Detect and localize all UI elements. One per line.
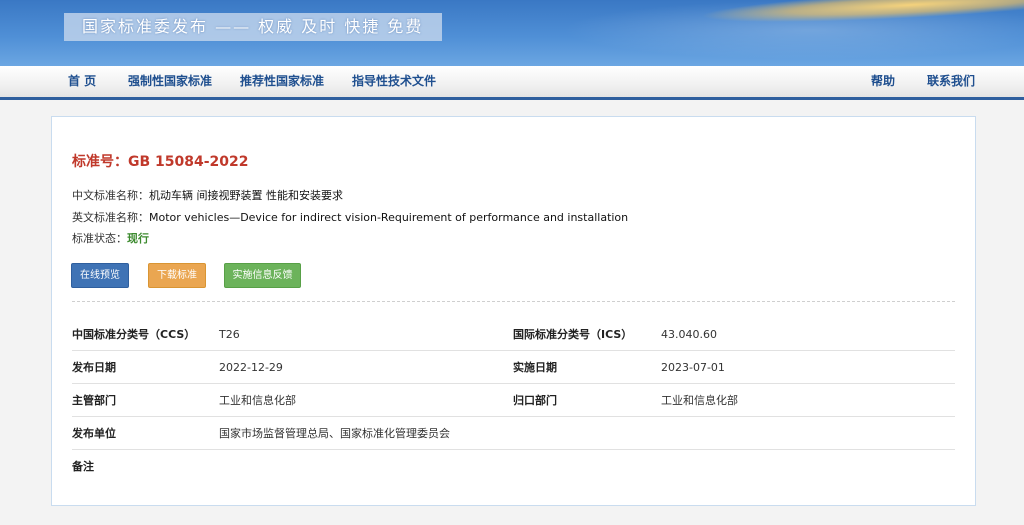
issuer-label: 发布单位	[72, 427, 116, 440]
detail-row-dates: 发布日期 2022-12-29 实施日期 2023-07-01	[72, 351, 955, 384]
nav-home[interactable]: 首 页	[68, 66, 96, 97]
nav-recommended-standards[interactable]: 推荐性国家标准	[240, 66, 324, 97]
nav-mandatory-standards[interactable]: 强制性国家标准	[128, 66, 212, 97]
cn-name-value: 机动车辆 间接视野装置 性能和安装要求	[149, 189, 343, 202]
cn-name-label: 中文标准名称：	[72, 189, 149, 202]
ics-value: 43.040.60	[661, 328, 717, 341]
nav-help[interactable]: 帮助	[871, 66, 895, 97]
status-line: 标准状态：现行	[72, 230, 149, 246]
standard-number: GB 15084-2022	[128, 154, 249, 170]
main-nav: 首 页 强制性国家标准 推荐性国家标准 指导性技术文件 帮助 联系我们	[0, 66, 1024, 100]
authority-label: 主管部门	[72, 394, 116, 407]
centralized-dept-value: 工业和信息化部	[661, 394, 738, 407]
implementation-feedback-button[interactable]: 实施信息反馈	[224, 263, 301, 288]
detail-row-classification: 中国标准分类号（CCS） T26 国际标准分类号（ICS） 43.040.60	[72, 318, 955, 351]
standard-number-heading: 标准号：GB 15084-2022	[72, 151, 249, 171]
online-preview-button[interactable]: 在线预览	[71, 263, 129, 288]
nav-contact-us[interactable]: 联系我们	[927, 66, 975, 97]
publish-date-value: 2022-12-29	[219, 361, 283, 374]
standard-number-label: 标准号：	[72, 154, 128, 170]
detail-row-issuer: 发布单位 国家市场监督管理总局、国家标准化管理委员会	[72, 417, 955, 450]
detail-row-remark: 备注	[72, 450, 955, 483]
en-name-line: 英文标准名称：Motor vehicles—Device for indirec…	[72, 209, 628, 225]
en-name-value: Motor vehicles—Device for indirect visio…	[149, 211, 629, 224]
banner-slogan: 国家标准委发布 —— 权威 及时 快捷 免费	[64, 13, 442, 41]
status-badge: 现行	[127, 232, 149, 245]
ics-label: 国际标准分类号（ICS）	[513, 328, 633, 341]
nav-guidance-documents[interactable]: 指导性技术文件	[352, 66, 436, 97]
authority-value: 工业和信息化部	[219, 394, 296, 407]
status-label: 标准状态：	[72, 232, 127, 245]
detail-row-departments: 主管部门 工业和信息化部 归口部门 工业和信息化部	[72, 384, 955, 417]
ccs-label: 中国标准分类号（CCS）	[72, 328, 196, 341]
cn-name-line: 中文标准名称：机动车辆 间接视野装置 性能和安装要求	[72, 187, 343, 203]
issuer-value: 国家市场监督管理总局、国家标准化管理委员会	[219, 427, 450, 440]
ccs-value: T26	[219, 328, 240, 341]
standard-detail-panel: 标准号：GB 15084-2022 中文标准名称：机动车辆 间接视野装置 性能和…	[51, 116, 976, 506]
publish-date-label: 发布日期	[72, 361, 116, 374]
implement-date-label: 实施日期	[513, 361, 557, 374]
implement-date-value: 2023-07-01	[661, 361, 725, 374]
section-divider	[72, 301, 955, 302]
remark-label: 备注	[72, 460, 94, 473]
download-standard-button[interactable]: 下载标准	[148, 263, 206, 288]
en-name-label: 英文标准名称：	[72, 211, 149, 224]
header-banner: 国家标准委发布 —— 权威 及时 快捷 免费	[0, 0, 1024, 66]
centralized-dept-label: 归口部门	[513, 394, 557, 407]
